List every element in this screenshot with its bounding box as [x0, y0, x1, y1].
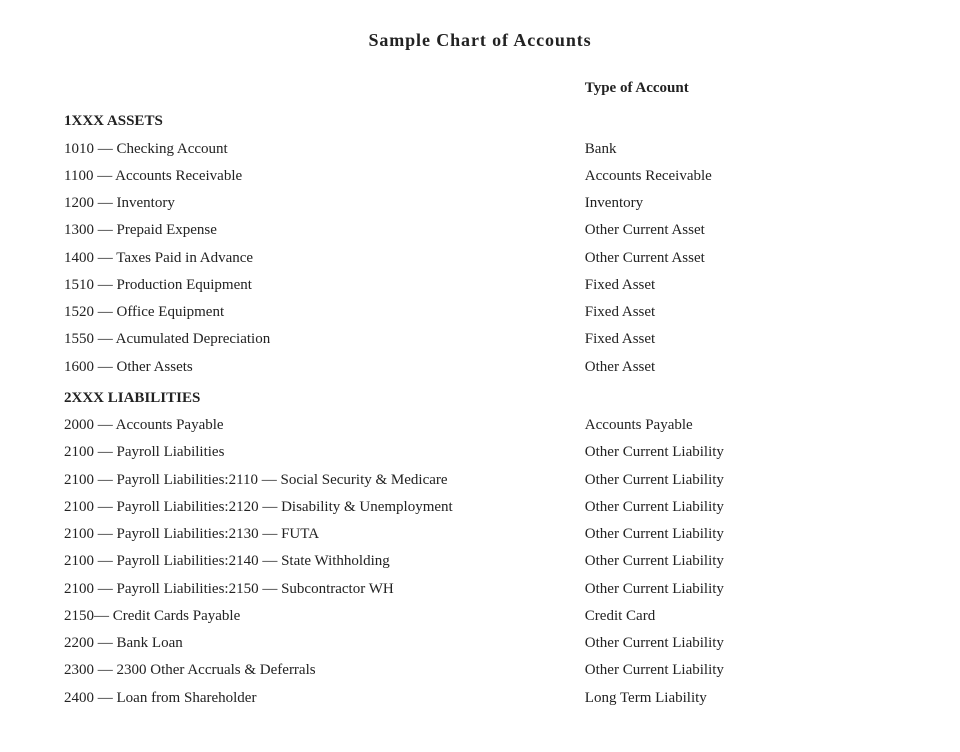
account-name-cell: 1010 — Checking Account [60, 136, 581, 163]
account-type-cell: Other Current Liability [581, 657, 900, 684]
column-header-type: Type of Account [581, 75, 900, 104]
page-title: Sample Chart of Accounts [60, 30, 900, 51]
account-name-cell: 1510 — Production Equipment [60, 272, 581, 299]
account-type-cell: Inventory [581, 190, 900, 217]
page: Sample Chart of Accounts Type of Account… [0, 0, 960, 752]
account-type-cell: Fixed Asset [581, 272, 900, 299]
table-row: 2100 — Payroll Liabilities:2110 — Social… [60, 467, 900, 494]
section-header-row: 1XXX ASSETS [60, 104, 900, 135]
table-row: 2100 — Payroll Liabilities:2150 — Subcon… [60, 576, 900, 603]
account-type-cell: Bank [581, 136, 900, 163]
account-type-cell: Other Current Liability [581, 576, 900, 603]
account-type-cell: Accounts Receivable [581, 163, 900, 190]
account-name-cell: 2100 — Payroll Liabilities:2150 — Subcon… [60, 576, 581, 603]
section-header-label: 2XXX LIABILITIES [60, 381, 900, 412]
table-row: 2150— Credit Cards PayableCredit Card [60, 603, 900, 630]
table-row: 2400 — Loan from ShareholderLong Term Li… [60, 685, 900, 712]
section-header-row: 2XXX LIABILITIES [60, 381, 900, 412]
account-type-cell: Other Current Liability [581, 521, 900, 548]
table-row: 2100 — Payroll LiabilitiesOther Current … [60, 439, 900, 466]
table-row: 2200 — Bank LoanOther Current Liability [60, 630, 900, 657]
table-row: 2100 — Payroll Liabilities:2120 — Disabi… [60, 494, 900, 521]
table-row: 2000 — Accounts PayableAccounts Payable [60, 412, 900, 439]
table-header-row: Type of Account [60, 75, 900, 104]
account-name-cell: 2100 — Payroll Liabilities:2120 — Disabi… [60, 494, 581, 521]
account-type-cell: Other Current Liability [581, 467, 900, 494]
table-row: 1100 — Accounts ReceivableAccounts Recei… [60, 163, 900, 190]
table-row: 1550 — Acumulated DepreciationFixed Asse… [60, 326, 900, 353]
account-name-cell: 2100 — Payroll Liabilities [60, 439, 581, 466]
account-name-cell: 1300 — Prepaid Expense [60, 217, 581, 244]
account-type-cell: Other Current Liability [581, 439, 900, 466]
table-row: 1510 — Production EquipmentFixed Asset [60, 272, 900, 299]
account-name-cell: 1550 — Acumulated Depreciation [60, 326, 581, 353]
account-name-cell: 1520 — Office Equipment [60, 299, 581, 326]
account-name-cell: 2100 — Payroll Liabilities:2110 — Social… [60, 467, 581, 494]
account-type-cell: Other Current Asset [581, 245, 900, 272]
account-type-cell: Credit Card [581, 603, 900, 630]
account-name-cell: 2000 — Accounts Payable [60, 412, 581, 439]
column-header-account [60, 75, 581, 104]
account-type-cell: Accounts Payable [581, 412, 900, 439]
account-type-cell: Other Current Liability [581, 548, 900, 575]
account-type-cell: Other Current Liability [581, 630, 900, 657]
table-row: 1010 — Checking AccountBank [60, 136, 900, 163]
account-name-cell: 2100 — Payroll Liabilities:2140 — State … [60, 548, 581, 575]
table-row: 1300 — Prepaid ExpenseOther Current Asse… [60, 217, 900, 244]
account-name-cell: 2150— Credit Cards Payable [60, 603, 581, 630]
account-name-cell: 1100 — Accounts Receivable [60, 163, 581, 190]
table-row: 1200 — InventoryInventory [60, 190, 900, 217]
account-name-cell: 2100 — Payroll Liabilities:2130 — FUTA [60, 521, 581, 548]
account-type-cell: Fixed Asset [581, 299, 900, 326]
account-name-cell: 1600 — Other Assets [60, 354, 581, 381]
table-row: 2100 — Payroll Liabilities:2140 — State … [60, 548, 900, 575]
accounts-table: Type of Account 1XXX ASSETS1010 — Checki… [60, 75, 900, 712]
account-type-cell: Other Asset [581, 354, 900, 381]
table-row: 1400 — Taxes Paid in AdvanceOther Curren… [60, 245, 900, 272]
account-type-cell: Other Current Liability [581, 494, 900, 521]
table-row: 1600 — Other AssetsOther Asset [60, 354, 900, 381]
account-type-cell: Long Term Liability [581, 685, 900, 712]
account-type-cell: Other Current Asset [581, 217, 900, 244]
section-header-label: 1XXX ASSETS [60, 104, 900, 135]
table-row: 2300 — 2300 Other Accruals & DeferralsOt… [60, 657, 900, 684]
account-name-cell: 1400 — Taxes Paid in Advance [60, 245, 581, 272]
table-row: 2100 — Payroll Liabilities:2130 — FUTAOt… [60, 521, 900, 548]
account-type-cell: Fixed Asset [581, 326, 900, 353]
account-name-cell: 1200 — Inventory [60, 190, 581, 217]
account-name-cell: 2400 — Loan from Shareholder [60, 685, 581, 712]
account-name-cell: 2300 — 2300 Other Accruals & Deferrals [60, 657, 581, 684]
account-name-cell: 2200 — Bank Loan [60, 630, 581, 657]
table-row: 1520 — Office EquipmentFixed Asset [60, 299, 900, 326]
